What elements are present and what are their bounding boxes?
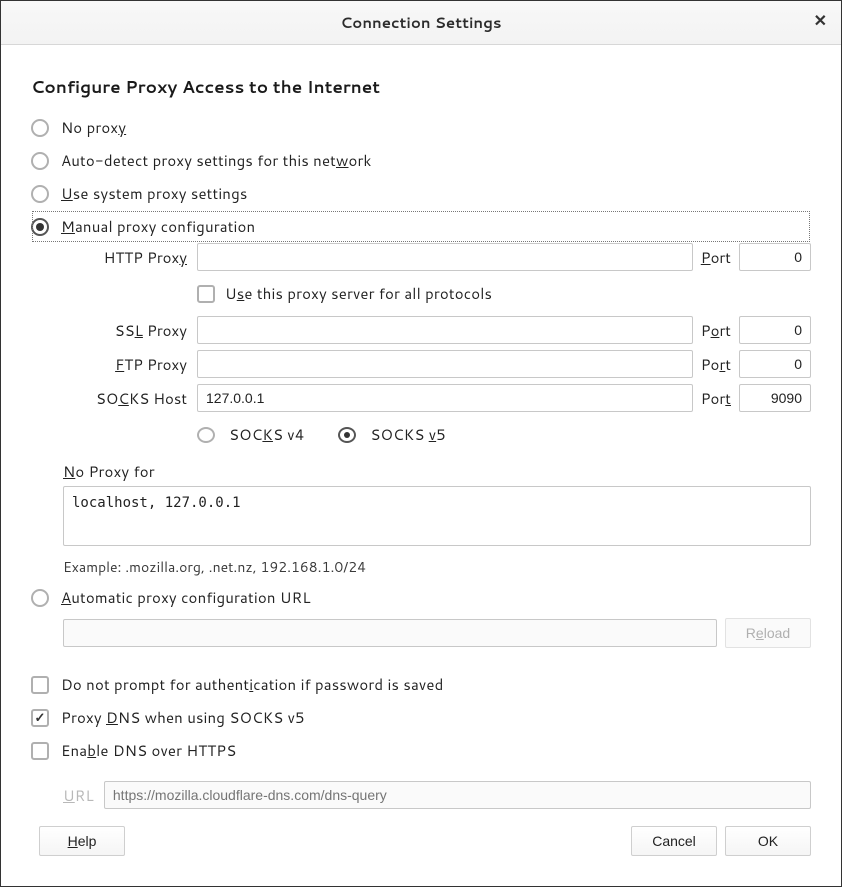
ssl-proxy-input[interactable] bbox=[197, 316, 693, 344]
reload-button: Reload bbox=[725, 618, 811, 648]
proxy-dns-label: Proxy DNS when using SOCKS v5 bbox=[61, 707, 305, 728]
socks-v5-label: SOCKS v5 bbox=[370, 424, 445, 445]
radio-label: Automatic proxy configuration URL bbox=[61, 587, 311, 608]
proxy-dns-row[interactable]: Proxy DNS when using SOCKS v5 bbox=[31, 707, 811, 728]
radio-icon bbox=[31, 119, 49, 137]
radio-label: No proxy bbox=[61, 117, 126, 138]
cancel-button[interactable]: Cancel bbox=[631, 826, 717, 856]
dialog-content: Configure Proxy Access to the Internet N… bbox=[1, 45, 841, 886]
ok-button[interactable]: OK bbox=[725, 826, 811, 856]
radio-label: Manual proxy configuration bbox=[61, 216, 255, 237]
socks-port-label: Port bbox=[693, 388, 739, 409]
proxy-dns-checkbox[interactable] bbox=[31, 709, 49, 727]
doh-url-label: URL bbox=[63, 785, 94, 806]
socks-v4-radio[interactable] bbox=[197, 427, 215, 443]
socks-host-input[interactable] bbox=[197, 384, 693, 412]
radio-label: Auto-detect proxy settings for this netw… bbox=[61, 150, 372, 171]
doh-enable-label: Enable DNS over HTTPS bbox=[61, 740, 236, 761]
radio-label: Use system proxy settings bbox=[61, 183, 247, 204]
http-port-label: Port bbox=[693, 247, 739, 268]
no-proxy-example: Example: .mozilla.org, .net.nz, 192.168.… bbox=[63, 551, 811, 581]
doh-enable-row[interactable]: Enable DNS over HTTPS bbox=[31, 740, 811, 761]
no-auth-prompt-checkbox[interactable] bbox=[31, 676, 49, 694]
ftp-proxy-label: FTP Proxy bbox=[63, 354, 197, 375]
http-port-input[interactable] bbox=[739, 243, 811, 271]
section-heading: Configure Proxy Access to the Internet bbox=[31, 75, 811, 99]
http-proxy-label: HTTP Proxy bbox=[63, 247, 197, 268]
dialog-footer: Help Cancel OK bbox=[31, 812, 811, 856]
ftp-port-input[interactable] bbox=[739, 350, 811, 378]
manual-proxy-block: HTTP Proxy Port Use this proxy server fo… bbox=[31, 243, 811, 581]
dialog-title: Connection Settings bbox=[340, 12, 501, 33]
no-proxy-for-label: No Proxy for bbox=[63, 457, 811, 486]
ftp-proxy-input[interactable] bbox=[197, 350, 693, 378]
proxy-grid: HTTP Proxy Port Use this proxy server fo… bbox=[63, 243, 811, 451]
radio-no-proxy[interactable]: No proxy bbox=[31, 111, 811, 144]
no-auth-prompt-label: Do not prompt for authentication if pass… bbox=[61, 674, 443, 695]
no-auth-prompt-row[interactable]: Do not prompt for authentication if pass… bbox=[31, 674, 811, 695]
help-button[interactable]: Help bbox=[39, 826, 125, 856]
no-proxy-for-input[interactable] bbox=[63, 486, 811, 546]
radio-manual-proxy[interactable]: Manual proxy configuration bbox=[31, 210, 811, 243]
connection-settings-dialog: Connection Settings ✕ Configure Proxy Ac… bbox=[0, 0, 842, 887]
socks-v4-label: SOCKS v4 bbox=[229, 424, 304, 445]
http-proxy-input[interactable] bbox=[197, 243, 693, 271]
socks-host-label: SOCKS Host bbox=[63, 388, 197, 409]
ftp-port-label: Port bbox=[693, 354, 739, 375]
ssl-port-input[interactable] bbox=[739, 316, 811, 344]
doh-url-input bbox=[104, 781, 811, 809]
socks-port-input[interactable] bbox=[739, 384, 811, 412]
dialog-titlebar: Connection Settings ✕ bbox=[1, 1, 841, 45]
radio-icon bbox=[31, 589, 49, 607]
ssl-port-label: Port bbox=[693, 320, 739, 341]
radio-icon bbox=[31, 218, 49, 236]
lower-checks: Do not prompt for authentication if pass… bbox=[31, 674, 811, 809]
use-all-protocols-checkbox[interactable] bbox=[197, 285, 215, 303]
radio-pac-url[interactable]: Automatic proxy configuration URL bbox=[31, 581, 811, 614]
socks-v5-radio[interactable] bbox=[338, 427, 356, 443]
use-all-protocols-label: Use this proxy server for all protocols bbox=[225, 283, 492, 304]
doh-url-row: URL bbox=[31, 781, 811, 809]
radio-system-proxy[interactable]: Use system proxy settings bbox=[31, 177, 811, 210]
radio-icon bbox=[31, 152, 49, 170]
no-proxy-section: No Proxy for Example: .mozilla.org, .net… bbox=[63, 451, 811, 581]
pac-row: Reload bbox=[31, 618, 811, 648]
radio-icon bbox=[31, 185, 49, 203]
ssl-proxy-label: SSL Proxy bbox=[63, 320, 197, 341]
doh-enable-checkbox[interactable] bbox=[31, 742, 49, 760]
radio-auto-detect[interactable]: Auto-detect proxy settings for this netw… bbox=[31, 144, 811, 177]
close-icon[interactable]: ✕ bbox=[814, 13, 827, 29]
pac-url-input bbox=[63, 619, 717, 647]
